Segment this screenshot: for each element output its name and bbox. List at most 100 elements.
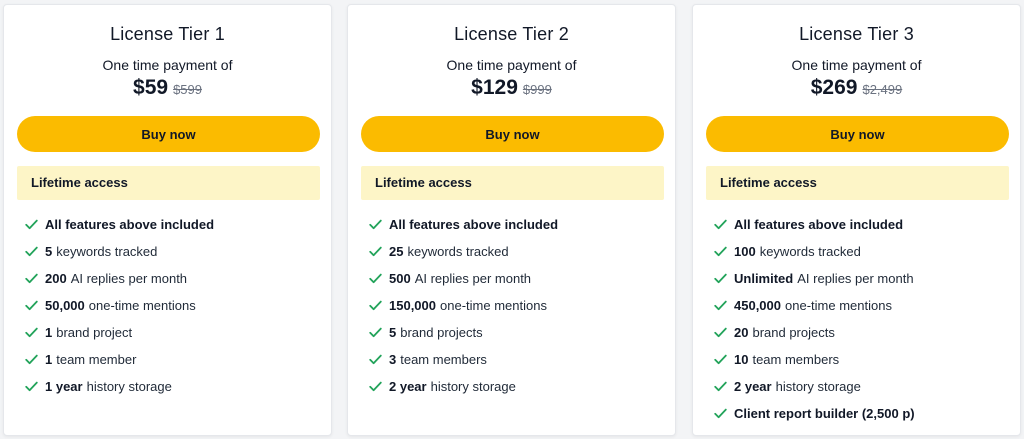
feature-value: Unlimited: [734, 270, 794, 286]
buy-now-button[interactable]: Buy now: [706, 116, 1009, 152]
check-icon: [714, 354, 727, 365]
check-icon: [25, 300, 38, 311]
feature-item: Unlimited AI replies per month: [714, 265, 1010, 292]
payment-caption: One time payment of: [102, 57, 233, 73]
lifetime-access-banner: Lifetime access: [17, 166, 320, 200]
feature-label: history storage: [775, 378, 861, 394]
check-icon: [25, 354, 38, 365]
price-row: $129 $999: [348, 76, 675, 100]
feature-label: keywords tracked: [407, 243, 509, 259]
current-price: $269: [810, 76, 858, 99]
feature-value: 1 year: [45, 378, 83, 394]
feature-label: AI replies per month: [414, 270, 532, 286]
pricing-tiers: License Tier 1 One time payment of $59 $5…: [0, 0, 1024, 439]
feature-label: team members: [400, 351, 487, 367]
lifetime-access-banner: Lifetime access: [361, 166, 664, 200]
price-row: $59 $599: [4, 76, 331, 100]
original-price: $999: [522, 82, 552, 97]
feature-item: 3 team members: [369, 346, 665, 373]
feature-value: 2 year: [389, 378, 427, 394]
feature-value: 150,000: [389, 297, 436, 313]
feature-label: history storage: [430, 378, 516, 394]
feature-item: 1 team member: [25, 346, 321, 373]
check-icon: [714, 219, 727, 230]
feature-label: one-time mentions: [440, 297, 547, 313]
pricing-card-tier-2: License Tier 2 One time payment of $129 $…: [347, 4, 676, 436]
check-icon: [25, 327, 38, 338]
current-price: $59: [133, 76, 169, 99]
feature-item: Client report builder (2,500 p): [714, 400, 1010, 427]
check-icon: [714, 327, 727, 338]
feature-value: 25: [389, 243, 404, 259]
pricing-card-tier-1: License Tier 1 One time payment of $59 $5…: [3, 4, 332, 436]
feature-value: 20: [734, 324, 749, 340]
tier-title: License Tier 2: [454, 24, 569, 44]
feature-item: 150,000 one-time mentions: [369, 292, 665, 319]
feature-value: 100: [734, 243, 756, 259]
original-price: $599: [173, 82, 202, 97]
lifetime-access-banner: Lifetime access: [706, 166, 1009, 200]
check-icon: [369, 273, 382, 284]
check-icon: [369, 300, 382, 311]
feature-value: Client report builder (2,500 p): [734, 405, 915, 421]
check-icon: [25, 273, 38, 284]
original-price: $2,499: [862, 82, 903, 97]
feature-list: All features above included 100 keywords t…: [714, 211, 1010, 427]
check-icon: [714, 246, 727, 257]
feature-item: 10 team members: [714, 346, 1010, 373]
check-icon: [25, 246, 38, 257]
feature-label: brand projects: [400, 324, 483, 340]
buy-now-button[interactable]: Buy now: [361, 116, 664, 152]
feature-label: AI replies per month: [797, 270, 914, 286]
check-icon: [369, 354, 382, 365]
feature-value: 200: [45, 270, 67, 286]
check-icon: [714, 381, 727, 392]
check-icon: [369, 219, 382, 230]
feature-item: 2 year history storage: [714, 373, 1010, 400]
feature-value: 450,000: [734, 297, 781, 313]
payment-caption: One time payment of: [791, 57, 922, 73]
check-icon: [714, 408, 727, 419]
feature-value: 1: [45, 324, 53, 340]
feature-value: 2 year: [734, 378, 772, 394]
feature-item: 500 AI replies per month: [369, 265, 665, 292]
check-icon: [369, 246, 382, 257]
feature-label: AI replies per month: [70, 270, 188, 286]
feature-label: team member: [56, 351, 137, 367]
feature-value: 500: [389, 270, 411, 286]
feature-item: 50,000 one-time mentions: [25, 292, 321, 319]
feature-label: keywords tracked: [759, 243, 861, 259]
feature-value: All features above included: [45, 216, 215, 232]
check-icon: [369, 381, 382, 392]
feature-label: one-time mentions: [785, 297, 892, 313]
feature-value: 50,000: [45, 297, 85, 313]
check-icon: [714, 273, 727, 284]
feature-item: 100 keywords tracked: [714, 238, 1010, 265]
payment-caption: One time payment of: [446, 57, 577, 73]
feature-list: All features above included 25 keywords tr…: [369, 211, 665, 400]
check-icon: [714, 300, 727, 311]
feature-item: 20 brand projects: [714, 319, 1010, 346]
tier-title: License Tier 3: [799, 24, 914, 44]
feature-value: 10: [734, 351, 749, 367]
feature-item: 1 year history storage: [25, 373, 321, 400]
feature-value: 1: [45, 351, 53, 367]
feature-value: 5: [45, 243, 53, 259]
feature-value: All features above included: [389, 216, 559, 232]
feature-item: 5 brand projects: [369, 319, 665, 346]
check-icon: [369, 327, 382, 338]
feature-label: one-time mentions: [88, 297, 196, 313]
feature-item: All features above included: [25, 211, 321, 238]
price-row: $269 $2,499: [693, 76, 1020, 100]
feature-item: 1 brand project: [25, 319, 321, 346]
feature-label: brand projects: [752, 324, 835, 340]
feature-item: 5 keywords tracked: [25, 238, 321, 265]
buy-now-button[interactable]: Buy now: [17, 116, 320, 152]
feature-value: 3: [389, 351, 397, 367]
pricing-card-tier-3: License Tier 3 One time payment of $269 $…: [692, 4, 1021, 436]
feature-label: keywords tracked: [56, 243, 158, 259]
feature-label: brand project: [56, 324, 133, 340]
feature-label: team members: [752, 351, 840, 367]
feature-list: All features above included 5 keywords tra…: [25, 211, 321, 400]
check-icon: [25, 381, 38, 392]
